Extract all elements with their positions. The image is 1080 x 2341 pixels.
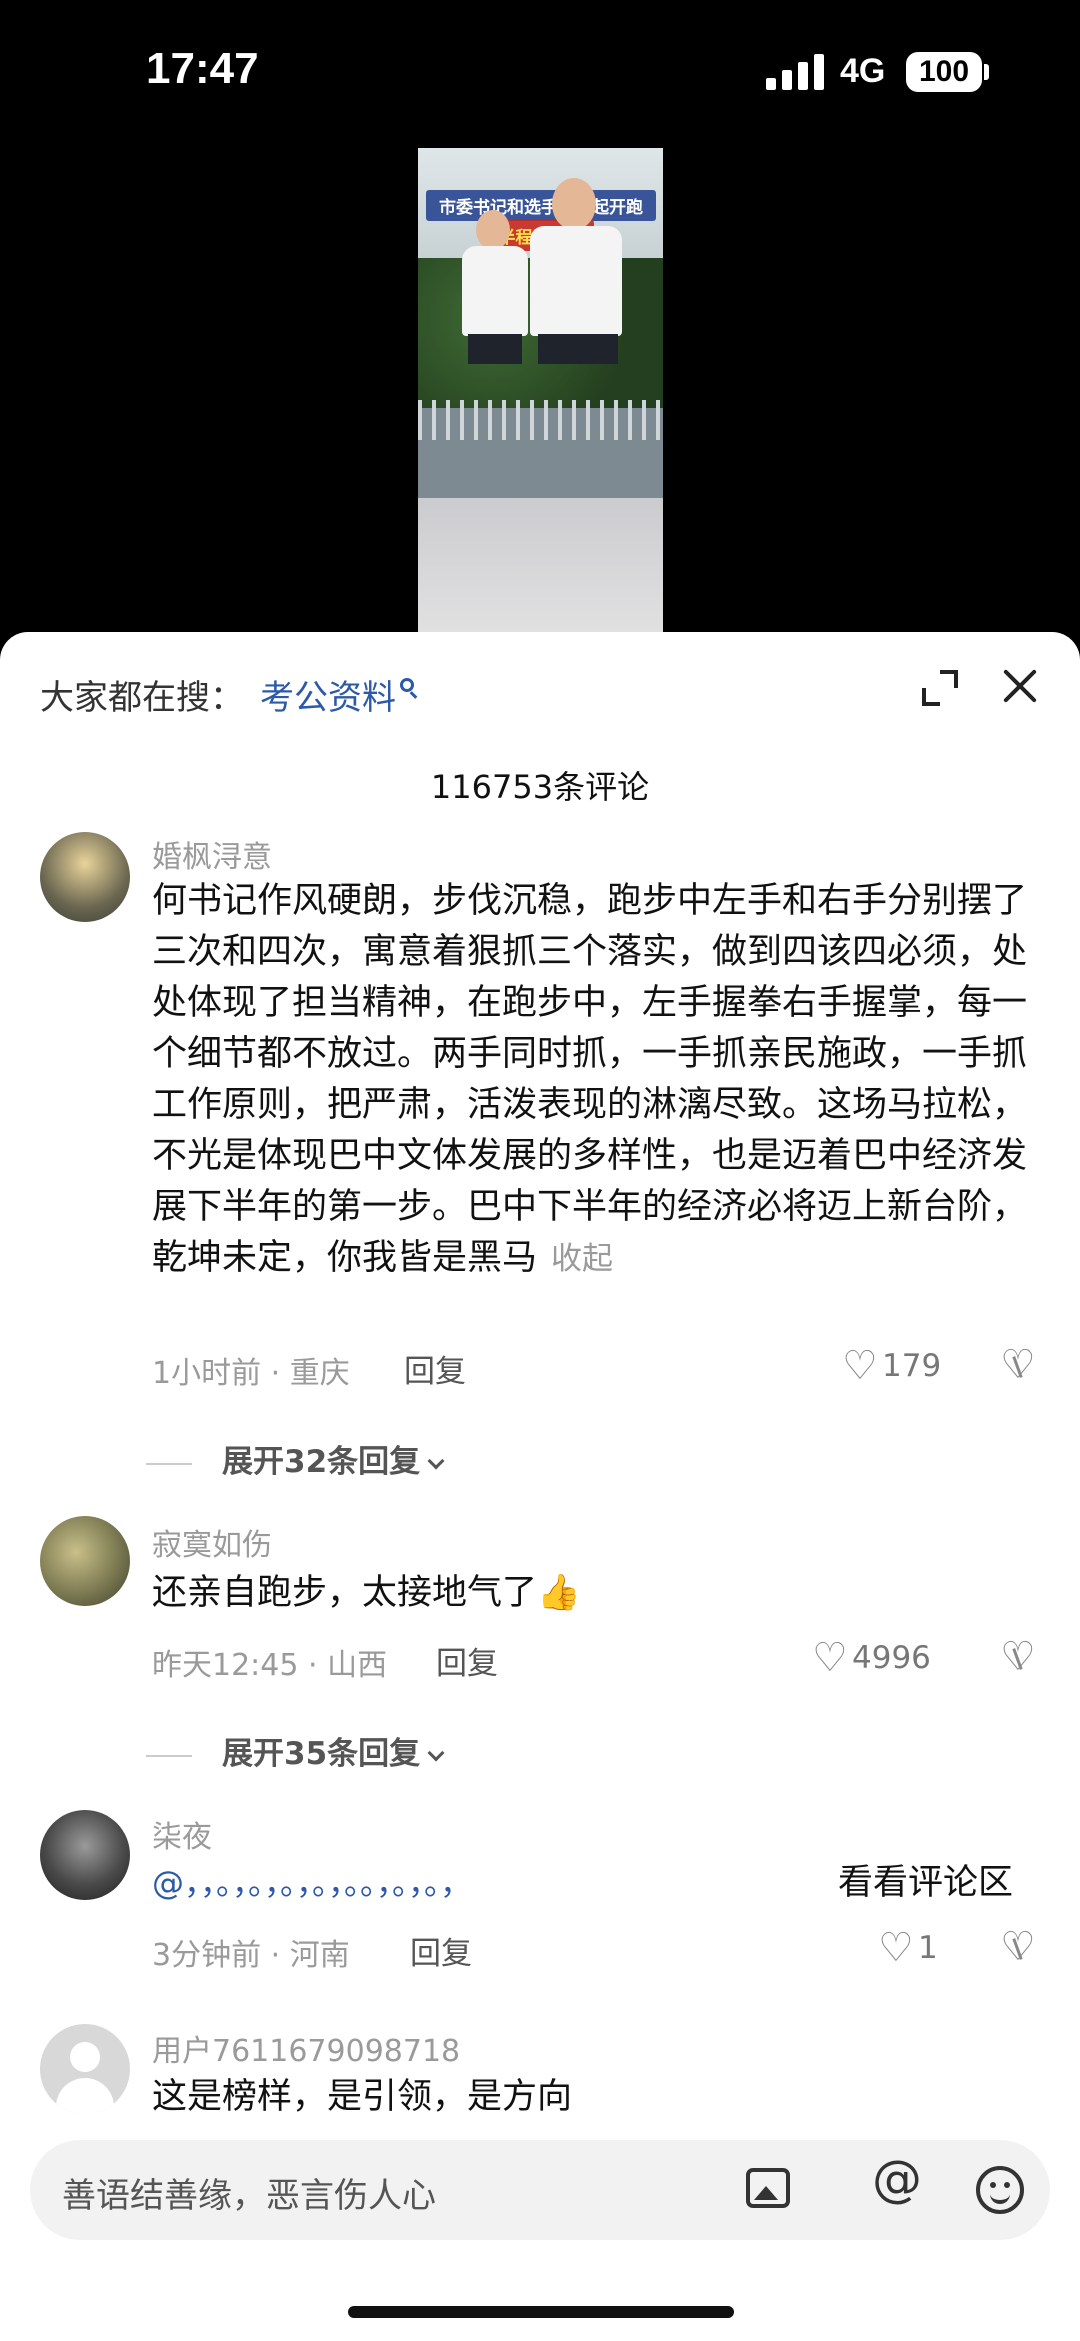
runner-shirt-1: [462, 246, 528, 336]
comment-username[interactable]: 婚枫浔意: [152, 832, 272, 876]
expand-replies-button[interactable]: 展开32条回复: [146, 1436, 445, 1481]
heart-icon: [812, 1635, 848, 1681]
video-fence: [418, 400, 663, 440]
comment-username[interactable]: 柒夜: [152, 1812, 212, 1856]
comment-count: 116753条评论: [430, 768, 650, 806]
status-bar: 17:47 4G 100: [0, 0, 1080, 140]
avatar-head: [70, 2042, 100, 2072]
comment-text: 何书记作风硬朗，步伐沉稳，跑步中左手和右手分别摆了三次和四次，寓意着狠抓三个落实…: [152, 876, 1032, 1285]
image-icon[interactable]: [746, 2168, 790, 2208]
like-count: 179: [882, 1348, 942, 1384]
expand-replies-label: 展开35条回复: [222, 1736, 421, 1772]
comment-username[interactable]: 用户7611679098718: [152, 2026, 460, 2070]
comment-extra-content: 看看评论区: [838, 1863, 1014, 1903]
search-icon: [400, 678, 414, 692]
heart-icon: [878, 1925, 914, 1971]
chevron-down-icon: [427, 1744, 445, 1762]
reply-button[interactable]: 回复: [436, 1638, 498, 1683]
expand-divider: [146, 1462, 192, 1465]
like-count: 1: [918, 1930, 938, 1966]
like-button[interactable]: 4996: [812, 1635, 931, 1681]
video-caption-1: 市委书记和选手们一起开跑: [426, 190, 656, 221]
comment-meta: 3分钟前 · 河南: [152, 1938, 350, 1973]
at-icon[interactable]: @: [872, 2150, 922, 2208]
comment-text: 还亲自跑步，太接地气了👍: [152, 1568, 1032, 1619]
avatar[interactable]: [40, 1516, 130, 1606]
emoji-icon[interactable]: [976, 2166, 1024, 2214]
signal-icon: [766, 54, 826, 90]
runner-pants-2: [538, 334, 618, 364]
comment-text-content: 还亲自跑步，太接地气了: [152, 1573, 538, 1613]
runner-head-2: [552, 178, 596, 230]
mention-text[interactable]: @，，。，。，。，。，。。，。，。，: [152, 1864, 472, 1902]
runner-pants-1: [468, 334, 522, 364]
runner-head-1: [476, 210, 510, 250]
dislike-icon[interactable]: [1000, 1634, 1036, 1680]
home-indicator[interactable]: [348, 2306, 734, 2318]
dislike-icon[interactable]: [1000, 1342, 1036, 1388]
search-keyword[interactable]: 考公资料: [260, 678, 396, 718]
trending-search[interactable]: 大家都在搜： 考公资料: [40, 670, 414, 719]
like-button[interactable]: 179: [842, 1343, 942, 1389]
collapse-link[interactable]: 收起: [551, 1241, 613, 1277]
expand-replies-button[interactable]: 展开35条回复: [146, 1728, 445, 1773]
comment-meta: 昨天12:45 · 山西: [152, 1648, 388, 1683]
video-player[interactable]: 市委书记和选手们一起开跑 半程马拉松: [418, 148, 663, 638]
chevron-down-icon: [427, 1452, 445, 1470]
video-blurred-area: [418, 498, 663, 638]
battery-icon: 100: [906, 52, 982, 92]
avatar-body: [56, 2078, 114, 2114]
avatar[interactable]: [40, 832, 130, 922]
network-label: 4G: [840, 52, 886, 90]
like-button[interactable]: 1: [878, 1925, 938, 1971]
list-fade: [0, 2110, 1080, 2140]
comment-meta: 1小时前 · 重庆: [152, 1356, 350, 1391]
avatar[interactable]: [40, 1810, 130, 1900]
runner-shirt-2: [530, 226, 622, 336]
comment-input-placeholder: 善语结善缘，恶言伤人心: [62, 2176, 436, 2216]
expand-divider: [146, 1754, 192, 1757]
expand-replies-label: 展开32条回复: [222, 1444, 421, 1480]
dislike-icon[interactable]: [1000, 1924, 1036, 1970]
reply-button[interactable]: 回复: [404, 1346, 466, 1391]
status-time: 17:47: [146, 44, 259, 93]
avatar[interactable]: [40, 2024, 130, 2114]
close-icon[interactable]: [1000, 666, 1040, 706]
thumbs-up-emoji: 👍: [537, 1573, 581, 1613]
comment-username[interactable]: 寂寞如伤: [152, 1520, 272, 1564]
heart-icon: [842, 1343, 878, 1389]
expand-icon[interactable]: [922, 670, 958, 706]
comment-extra-text: 看看评论区: [838, 1858, 1048, 1909]
battery-tip: [984, 64, 989, 80]
comment-text-content: 何书记作风硬朗，步伐沉稳，跑步中左手和右手分别摆了三次和四次，寓意着狠抓三个落实…: [152, 881, 1028, 1278]
like-count: 4996: [852, 1640, 931, 1676]
reply-button[interactable]: 回复: [410, 1928, 472, 1973]
search-prefix: 大家都在搜：: [40, 678, 244, 718]
